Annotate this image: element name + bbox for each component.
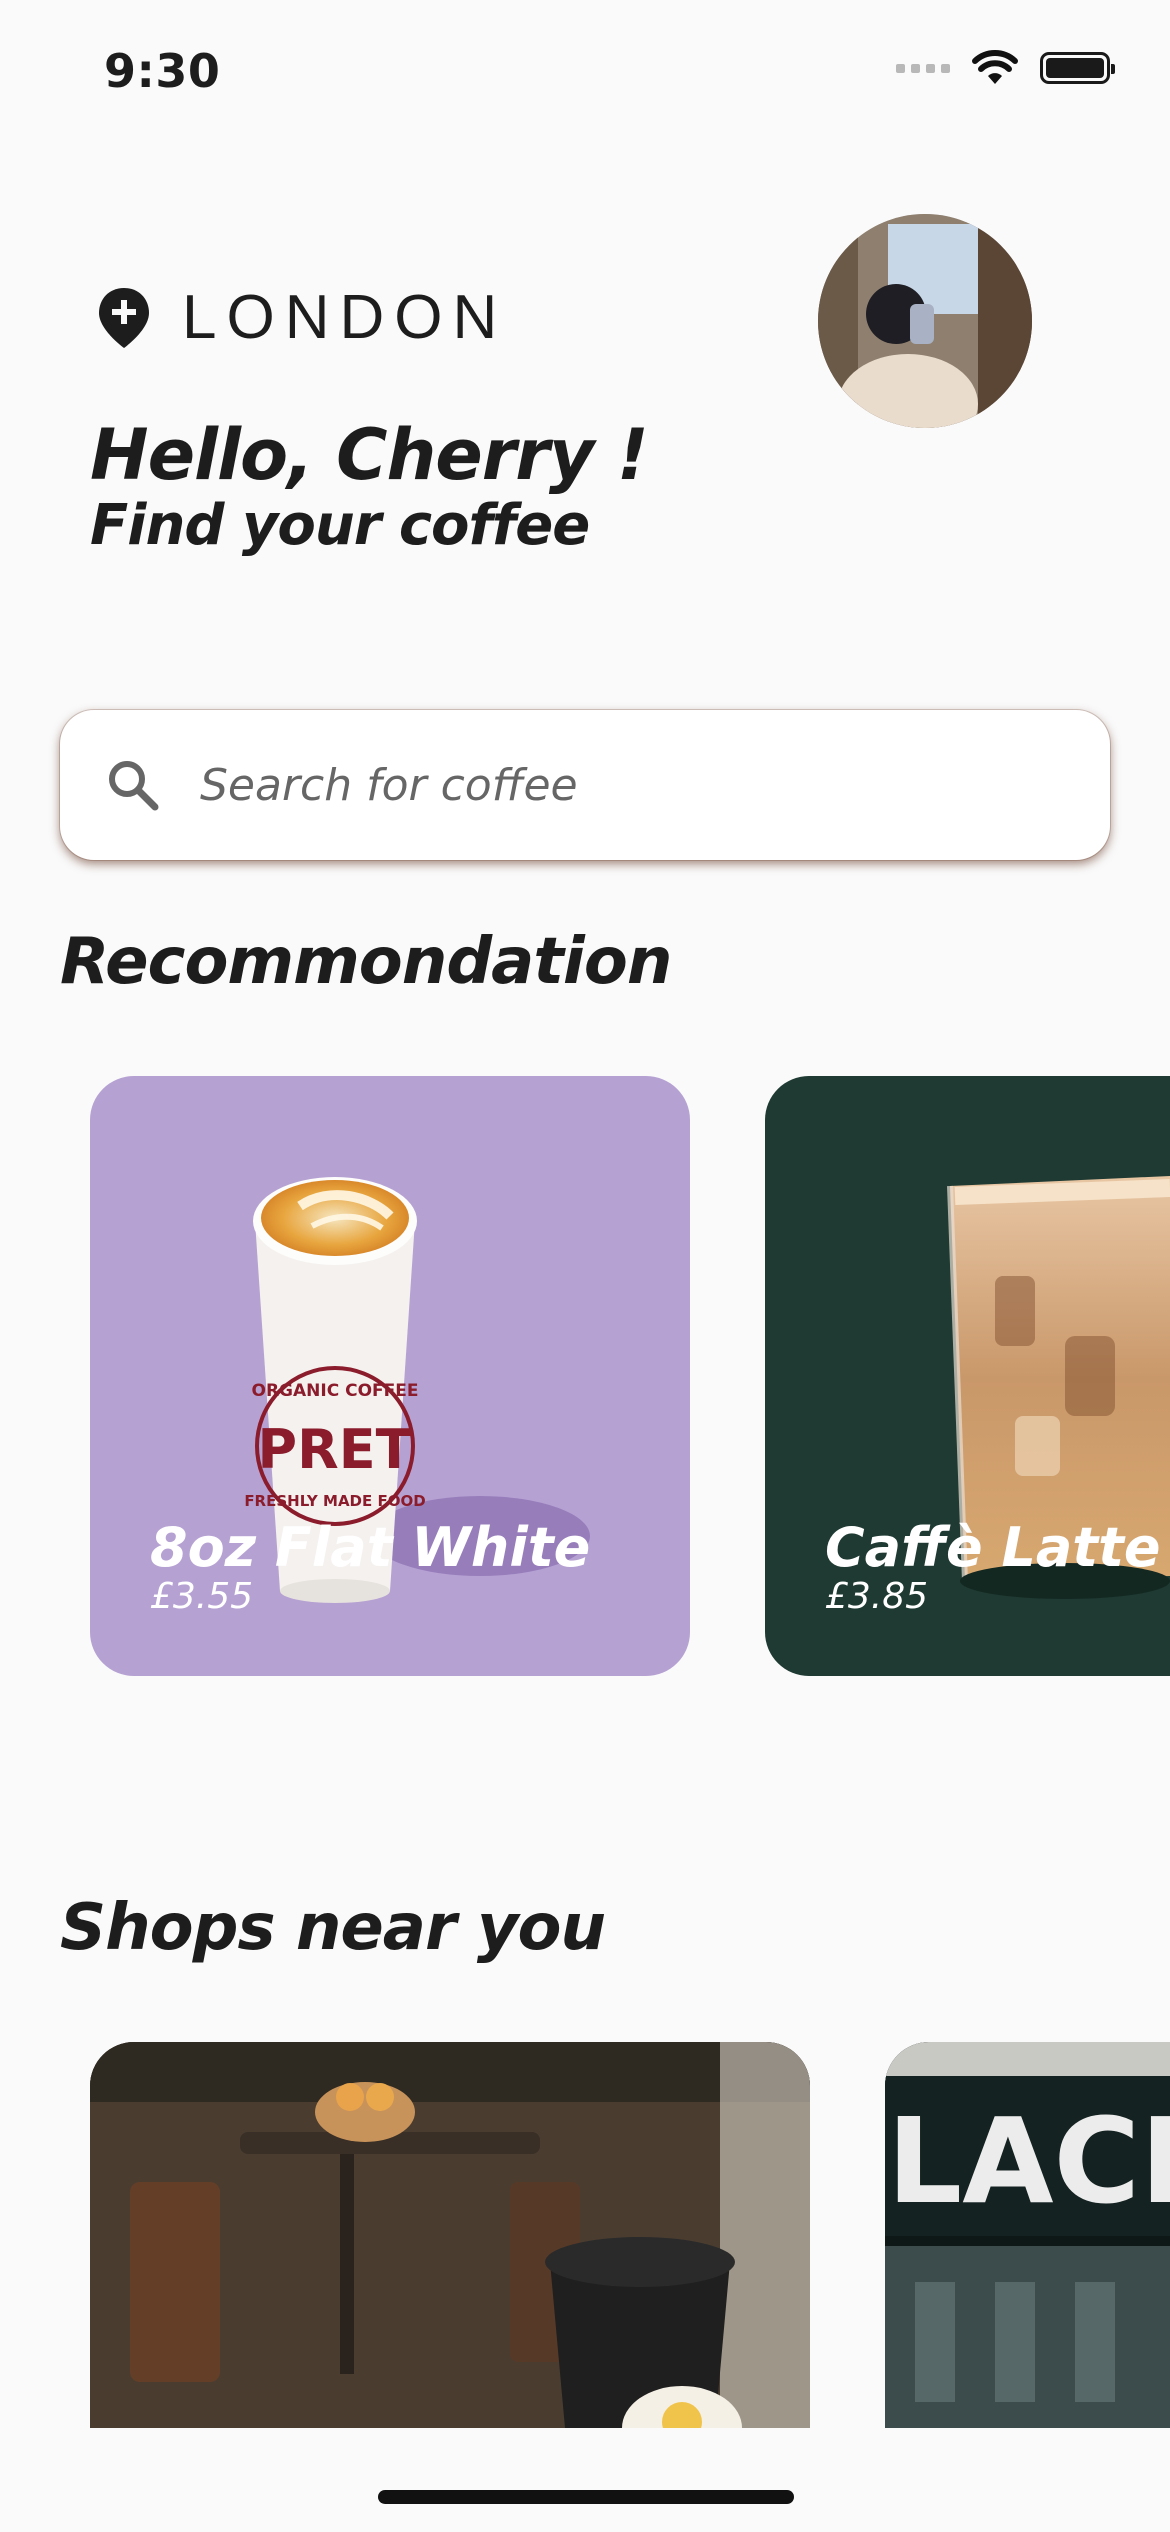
home-indicator[interactable] [378,2490,794,2504]
avatar[interactable] [818,214,1032,428]
status-icons [896,50,1115,86]
product-name: 8oz Flat White [150,1516,591,1579]
shop-image [90,2042,810,2428]
shop-sign-text: LACK SI [887,2092,1170,2230]
greeting-subtitle: Find your coffee [90,493,590,558]
cellular-signal-icon [896,63,950,73]
product-card-flat-white[interactable]: ORGANIC COFFEE PRET FRESHLY MADE FOOD 8o… [90,1076,690,1676]
greeting-title: Hello, Cherry ! [90,414,649,496]
cup-text-bottom: FRESHLY MADE FOOD [244,1492,425,1510]
shops-title: Shops near you [60,1891,606,1965]
wifi-icon [972,50,1018,84]
shop-card[interactable]: LACK SI [885,2042,1170,2428]
product-name: Caffè Latte [825,1516,1161,1579]
location-selector[interactable]: LONDON [96,282,507,353]
search-bar[interactable] [60,710,1110,860]
location-pin-icon [99,287,149,348]
search-input[interactable] [198,758,1022,812]
recommendation-title: Recommondation [60,925,672,999]
cup-text-top: ORGANIC COFFEE [252,1381,419,1401]
shop-image: LACK SI [885,2042,1170,2428]
location-label: LONDON [182,283,508,352]
product-card-caffe-latte[interactable]: Caffè Latte £3.85 [765,1076,1170,1676]
avatar-photo [818,214,1032,428]
shop-card[interactable] [90,2042,810,2428]
cup-brand-text: PRET [258,1418,413,1481]
search-icon [98,750,168,820]
product-price: £3.85 [825,1576,929,1617]
status-time: 9:30 [104,44,221,98]
product-price: £3.55 [150,1576,254,1617]
battery-icon [1040,52,1115,84]
